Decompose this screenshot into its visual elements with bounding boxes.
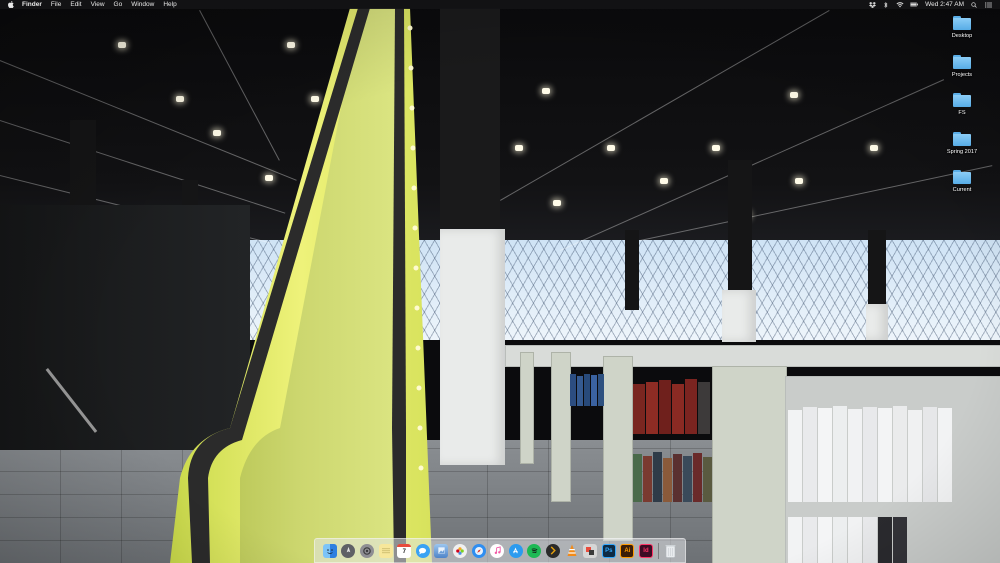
safari-icon[interactable] [471, 543, 486, 558]
battery-icon[interactable] [910, 2, 919, 8]
menu-file[interactable]: File [51, 0, 61, 9]
desktop-folder-label: Spring 2017 [946, 148, 978, 155]
menu-app-name[interactable]: Finder [22, 0, 42, 9]
dock-separator [657, 542, 659, 559]
desktop-folder-desktop[interactable]: Desktop [936, 14, 988, 53]
notification-center-icon[interactable] [984, 1, 992, 8]
folder-icon [953, 16, 971, 30]
menu-help[interactable]: Help [163, 0, 176, 9]
bluetooth-icon[interactable] [882, 1, 890, 8]
dock: 7 Ps Ai Id [314, 538, 686, 563]
stickies-app-icon[interactable] [583, 543, 598, 558]
app-store-icon[interactable] [508, 543, 523, 558]
vlc-icon[interactable] [565, 544, 579, 558]
menu-view[interactable]: View [91, 0, 105, 9]
spotify-icon[interactable] [527, 543, 542, 558]
folder-icon [953, 170, 971, 184]
launchpad-icon[interactable] [341, 543, 356, 558]
menu-go[interactable]: Go [114, 0, 123, 9]
indesign-icon[interactable]: Id [638, 543, 653, 558]
trash-icon[interactable] [663, 544, 677, 558]
desktop-icon-grid: Desktop Projects FS Spring 2017 Current [936, 14, 988, 207]
folder-icon [953, 54, 971, 69]
menu-edit[interactable]: Edit [70, 0, 81, 9]
dropbox-icon[interactable] [868, 1, 876, 8]
desktop-folder-projects[interactable]: Projects [936, 53, 988, 92]
folder-icon [953, 131, 971, 146]
desktop-folder-spring-2017[interactable]: Spring 2017 [936, 130, 988, 169]
notes-icon[interactable] [378, 543, 393, 558]
desktop-wallpaper [0, 0, 1000, 563]
desktop-folder-label: Desktop [951, 33, 973, 39]
itunes-icon[interactable] [490, 543, 505, 558]
desktop-folder-label: Projects [951, 71, 973, 78]
menu-window[interactable]: Window [131, 0, 154, 9]
desktop-folder-current[interactable]: Current [936, 168, 988, 207]
system-preferences-icon[interactable] [360, 543, 375, 558]
photoshop-icon[interactable]: Ps [601, 543, 616, 558]
preview-icon[interactable] [434, 543, 449, 558]
menu-bar-status-area: Wed 2:47 AM [862, 0, 992, 9]
desktop-folder-fs[interactable]: FS [936, 91, 988, 130]
desktop-folder-label: Current [952, 187, 972, 193]
desktop-folder-label: FS [958, 110, 966, 116]
menu-bar-clock[interactable]: Wed 2:47 AM [925, 0, 964, 9]
photos-icon[interactable] [453, 543, 468, 558]
calendar-icon[interactable]: 7 [397, 543, 412, 558]
search-icon[interactable] [970, 1, 978, 8]
illustrator-icon[interactable]: Ai [620, 543, 635, 558]
folder-icon [953, 93, 971, 107]
messages-icon[interactable] [415, 543, 430, 558]
wallpaper-vignette [0, 0, 1000, 563]
apple-menu-icon[interactable] [7, 1, 14, 8]
wifi-icon[interactable] [896, 1, 904, 8]
plex-icon[interactable] [545, 543, 560, 558]
finder-icon[interactable] [322, 543, 337, 558]
menu-bar: Finder File Edit View Go Window Help Wed… [0, 0, 1000, 9]
